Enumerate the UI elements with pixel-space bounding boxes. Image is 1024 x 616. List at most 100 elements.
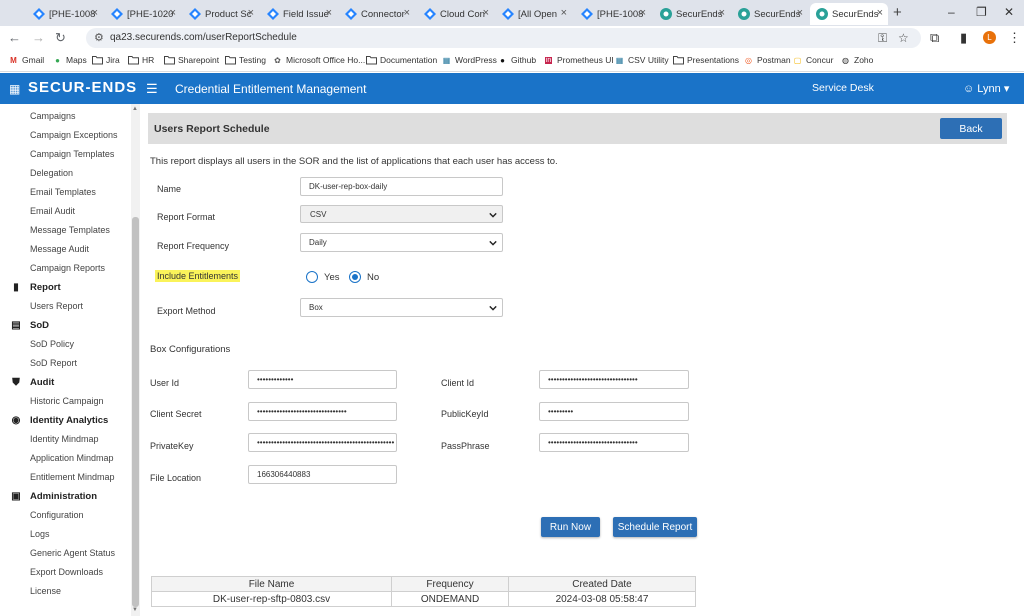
service-desk-link[interactable]: Service Desk xyxy=(812,82,874,94)
forward-arrow-icon[interactable]: → xyxy=(32,30,45,45)
sidebar-item-delegation[interactable]: Delegation xyxy=(30,168,73,178)
schedule-report-button[interactable]: Schedule Report xyxy=(613,517,697,537)
sidebar-item-message-audit[interactable]: Message Audit xyxy=(30,244,89,254)
apps-grid-icon[interactable]: ▦ xyxy=(9,82,20,96)
sidebar-item-historic-campaign[interactable]: Historic Campaign xyxy=(30,396,104,406)
bookmark-item[interactable]: Jira xyxy=(92,55,120,65)
restore-icon[interactable]: ❐ xyxy=(976,5,987,19)
sidebar-item-generic-agent-status[interactable]: Generic Agent Status xyxy=(30,548,115,558)
report-format-select[interactable]: CSV xyxy=(300,205,503,223)
report-frequency-select[interactable]: Daily xyxy=(300,233,503,252)
key-icon[interactable]: ⚿ xyxy=(878,31,887,46)
browser-tab[interactable]: SecurEnds × xyxy=(732,3,808,25)
entitlements-no-radio[interactable]: No xyxy=(349,271,379,283)
close-tab-icon[interactable]: × xyxy=(404,7,410,19)
sidebar-item-campaigns[interactable]: Campaigns xyxy=(30,111,76,121)
sidebar-item-email-templates[interactable]: Email Templates xyxy=(30,187,96,197)
close-tab-icon[interactable]: × xyxy=(92,7,98,19)
back-button[interactable]: Back xyxy=(940,118,1002,139)
bookmark-item[interactable]: ▢ Concur xyxy=(792,55,834,65)
browser-tab[interactable]: Connector × xyxy=(339,3,415,25)
sidebar-item-email-audit[interactable]: Email Audit xyxy=(30,206,75,216)
close-tab-icon[interactable]: × xyxy=(561,7,567,19)
reload-icon[interactable]: ↻ xyxy=(55,30,66,46)
bookmark-item[interactable]: ✿ Microsoft Office Ho... xyxy=(272,55,365,65)
bookmark-item[interactable]: in Prometheus UI xyxy=(543,55,614,65)
user-id-input[interactable]: ••••••••••••• xyxy=(248,370,397,389)
cell-file-name[interactable]: DK-user-rep-sftp-0803.csv xyxy=(151,591,392,607)
address-bar[interactable]: ⚙ qa23.securends.com/userReportSchedule … xyxy=(86,28,921,48)
close-tab-icon[interactable]: × xyxy=(719,7,725,19)
new-tab-icon[interactable]: + xyxy=(893,4,902,21)
scroll-down-icon[interactable]: ▼ xyxy=(132,607,138,613)
bookmark-item[interactable]: ● Maps xyxy=(52,55,87,65)
sidebar-item-users-report[interactable]: Users Report xyxy=(30,301,83,311)
bookmark-item[interactable]: ◎ Postman xyxy=(743,55,791,65)
export-method-select[interactable]: Box xyxy=(300,298,503,317)
bookmark-item[interactable]: ● Github xyxy=(497,55,536,65)
bookmark-item[interactable]: ▦ CSV Utility xyxy=(614,55,669,65)
bookmark-item[interactable]: Presentations xyxy=(673,55,739,65)
browser-tab[interactable]: SecurEnds × xyxy=(810,3,888,25)
sidebar-item-entitlement-mindmap[interactable]: Entitlement Mindmap xyxy=(30,472,115,482)
client-secret-input[interactable]: •••••••••••••••••••••••••••••••• xyxy=(248,402,397,421)
sidebar-section-administration[interactable]: ▣ Administration xyxy=(10,491,97,502)
browser-tab[interactable]: SecurEnds × xyxy=(654,3,730,25)
bookmark-item[interactable]: HR xyxy=(128,55,154,65)
sidebar-section-report[interactable]: ▮ Report xyxy=(10,282,60,293)
sidebar-item-export-downloads[interactable]: Export Downloads xyxy=(30,567,103,577)
menu-dots-icon[interactable]: ⋮ xyxy=(1008,30,1021,46)
browser-tab[interactable]: Product Sc × xyxy=(183,3,259,25)
profile-avatar[interactable]: L xyxy=(983,31,996,44)
bookmark-item[interactable]: Testing xyxy=(225,55,266,65)
extensions-icon[interactable]: ⧉ xyxy=(930,30,939,46)
securends-logo[interactable]: SECUR-ENDS xyxy=(28,79,137,96)
close-tab-icon[interactable]: × xyxy=(248,7,254,19)
column-header-created-date[interactable]: Created Date xyxy=(508,576,696,592)
close-tab-icon[interactable]: × xyxy=(797,7,803,19)
bookmark-item[interactable]: Documentation xyxy=(366,55,437,65)
sidebar-section-identity-analytics[interactable]: ◉ Identity Analytics xyxy=(10,415,109,426)
browser-tab[interactable]: [PHE-1008 × xyxy=(575,3,651,25)
browser-tab[interactable]: [All Open × xyxy=(496,3,572,25)
public-key-id-input[interactable]: ••••••••• xyxy=(539,402,689,421)
sidebar-item-campaign-exceptions[interactable]: Campaign Exceptions xyxy=(30,130,118,140)
sidebar-item-campaign-reports[interactable]: Campaign Reports xyxy=(30,263,105,273)
browser-tab[interactable]: Cloud Con × xyxy=(418,3,494,25)
sidebar-item-application-mindmap[interactable]: Application Mindmap xyxy=(30,453,114,463)
bookmark-item[interactable]: M Gmail xyxy=(8,55,44,65)
sidebar-item-configuration[interactable]: Configuration xyxy=(30,510,84,520)
sidebar-item-license[interactable]: License xyxy=(30,586,61,596)
sidebar-section-audit[interactable]: ⛊ Audit xyxy=(10,377,54,388)
client-id-input[interactable]: •••••••••••••••••••••••••••••••• xyxy=(539,370,689,389)
close-window-icon[interactable]: ✕ xyxy=(1004,5,1014,19)
scroll-up-icon[interactable]: ▲ xyxy=(132,106,138,112)
hamburger-menu-icon[interactable]: ☰ xyxy=(146,81,158,97)
sidebar-item-identity-mindmap[interactable]: Identity Mindmap xyxy=(30,434,99,444)
close-tab-icon[interactable]: × xyxy=(483,7,489,19)
back-arrow-icon[interactable]: ← xyxy=(8,30,21,45)
entitlements-yes-radio[interactable]: Yes xyxy=(306,271,340,283)
close-tab-icon[interactable]: × xyxy=(170,7,176,19)
private-key-input[interactable]: ••••••••••••••••••••••••••••••••••••••••… xyxy=(248,433,397,452)
sidebar-item-sod-report[interactable]: SoD Report xyxy=(30,358,77,368)
star-icon[interactable]: ☆ xyxy=(898,31,909,45)
run-now-button[interactable]: Run Now xyxy=(541,517,600,537)
minimize-icon[interactable]: – xyxy=(948,5,955,19)
browser-tab[interactable]: [PHE-1020 × xyxy=(105,3,181,25)
bookmark-item[interactable]: ▦ WordPress xyxy=(441,55,497,65)
file-location-input[interactable]: 166306440883 xyxy=(248,465,397,484)
sidebar-section-sod[interactable]: ▤ SoD xyxy=(10,320,49,331)
close-tab-icon[interactable]: × xyxy=(877,7,883,19)
column-header-frequency[interactable]: Frequency xyxy=(391,576,509,592)
sidebar-item-campaign-templates[interactable]: Campaign Templates xyxy=(30,149,114,159)
sidebar-scroll-thumb[interactable] xyxy=(132,217,139,607)
close-tab-icon[interactable]: × xyxy=(326,7,332,19)
side-panel-icon[interactable]: ▮ xyxy=(960,30,967,46)
user-menu[interactable]: ☺ Lynn ▾ xyxy=(963,82,1009,95)
bookmark-item[interactable]: ◍ Zoho xyxy=(840,55,873,65)
site-info-icon[interactable]: ⚙ xyxy=(94,31,104,44)
close-tab-icon[interactable]: × xyxy=(640,7,646,19)
sidebar-item-message-templates[interactable]: Message Templates xyxy=(30,225,110,235)
sidebar-item-logs[interactable]: Logs xyxy=(30,529,50,539)
